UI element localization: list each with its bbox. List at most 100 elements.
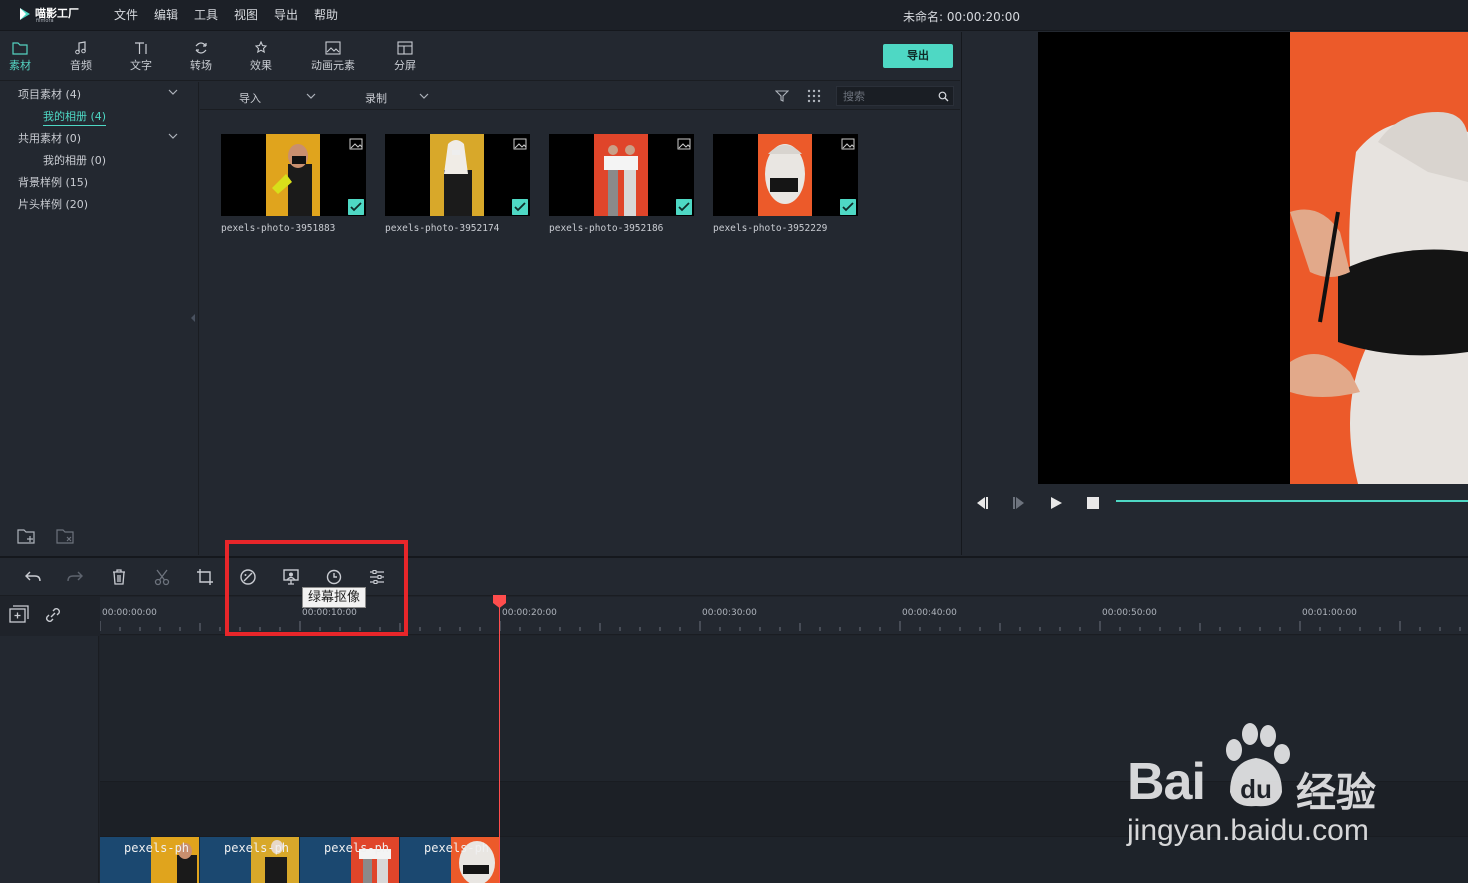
- menu-export[interactable]: 导出: [274, 6, 298, 23]
- tree-item-shared-album[interactable]: 我的相册 (0): [43, 152, 106, 168]
- grid-view-icon[interactable]: [807, 89, 821, 103]
- media-thumbnail[interactable]: [221, 134, 366, 216]
- menu-tools[interactable]: 工具: [194, 6, 218, 23]
- menu-edit[interactable]: 编辑: [154, 6, 178, 23]
- logo-icon: [20, 8, 30, 20]
- chevron-down-icon[interactable]: [168, 131, 178, 141]
- collapse-panel-icon[interactable]: [190, 313, 196, 323]
- media-card[interactable]: pexels-photo-3952229: [713, 134, 858, 239]
- image-type-icon: [677, 138, 691, 150]
- project-title: 未命名: 00:00:20:00: [903, 10, 1021, 24]
- undo-icon[interactable]: [23, 567, 43, 587]
- media-thumbnail[interactable]: [549, 134, 694, 216]
- chevron-down-icon[interactable]: [168, 87, 178, 97]
- tab-audio[interactable]: 音频: [55, 38, 107, 78]
- media-thumbnail[interactable]: [385, 134, 530, 216]
- clip-label: pexels-ph: [324, 841, 390, 855]
- tree-item-background-samples[interactable]: 背景样例 (15): [18, 174, 88, 190]
- watermark-suffix: 经验: [1296, 771, 1376, 815]
- stop-icon[interactable]: [1086, 496, 1100, 510]
- ruler-tick-label: 00:00:00:00: [102, 608, 157, 618]
- tab-split-screen[interactable]: 分屏: [379, 38, 431, 78]
- tab-transition[interactable]: 转场: [175, 38, 227, 78]
- chevron-down-icon[interactable]: [306, 91, 316, 101]
- filter-icon[interactable]: [775, 89, 789, 103]
- tab-label: 动画元素: [311, 59, 355, 72]
- checkmark-icon: [348, 199, 364, 215]
- clip-label: pexels-ph: [224, 841, 290, 855]
- tab-media[interactable]: 素材: [0, 38, 46, 78]
- timeline-clip[interactable]: pexels-ph: [100, 837, 200, 883]
- crop-icon[interactable]: [195, 567, 215, 587]
- photo-image: [594, 134, 648, 216]
- tab-label: 音频: [70, 59, 92, 72]
- tab-text[interactable]: 文字: [115, 38, 167, 78]
- search-box[interactable]: [836, 86, 954, 106]
- ruler-tick-label: 00:00:50:00: [1102, 608, 1157, 618]
- media-name: pexels-photo-3952186: [549, 223, 664, 234]
- redo-icon[interactable]: [65, 567, 85, 587]
- preview-progress-bar[interactable]: [1116, 500, 1468, 502]
- tab-label: 素材: [9, 59, 31, 72]
- menu-help[interactable]: 帮助: [314, 6, 338, 23]
- previous-frame-icon[interactable]: [973, 496, 989, 510]
- photo-image: [266, 134, 320, 216]
- export-button[interactable]: 导出: [883, 44, 953, 68]
- elements-icon: [325, 41, 341, 55]
- split-screen-icon: [397, 41, 413, 55]
- add-track-icon[interactable]: [8, 605, 30, 625]
- menu-file[interactable]: 文件: [114, 6, 138, 23]
- link-icon[interactable]: [43, 605, 63, 625]
- record-button[interactable]: 录制: [365, 90, 387, 106]
- preview-viewer[interactable]: [1038, 32, 1468, 484]
- play-icon[interactable]: [1049, 496, 1063, 510]
- music-note-icon: [75, 41, 86, 55]
- tree-item-my-album[interactable]: 我的相册 (4): [43, 108, 107, 126]
- media-card[interactable]: pexels-photo-3952186: [549, 134, 694, 239]
- media-name: pexels-photo-3952174: [385, 223, 500, 234]
- playhead-handle-icon[interactable]: [492, 594, 507, 609]
- image-type-icon: [349, 138, 363, 150]
- delete-folder-icon[interactable]: [56, 527, 76, 545]
- import-button[interactable]: 导入: [239, 90, 261, 106]
- next-frame-icon[interactable]: [1011, 496, 1027, 510]
- timeline-toolbar: [0, 558, 1468, 596]
- image-type-icon: [841, 138, 855, 150]
- tab-label: 分屏: [394, 59, 416, 72]
- tab-elements[interactable]: 动画元素: [301, 38, 365, 78]
- tree-item-project-media[interactable]: 项目素材 (4): [18, 86, 81, 102]
- tree-item-intro-samples[interactable]: 片头样例 (20): [18, 196, 88, 212]
- preview-frame-image: [1038, 32, 1468, 484]
- ruler-tick-label: 00:00:40:00: [902, 608, 957, 618]
- tree-item-shared-media[interactable]: 共用素材 (0): [18, 130, 81, 146]
- menu-view[interactable]: 视图: [234, 6, 258, 23]
- photo-image: [758, 134, 812, 216]
- watermark-brand: Bai: [1127, 753, 1206, 811]
- timeline-clip[interactable]: pexels-ph: [300, 837, 400, 883]
- media-card[interactable]: pexels-photo-3952174: [385, 134, 530, 239]
- image-type-icon: [513, 138, 527, 150]
- app-logo: 喵影工厂 filmora: [18, 3, 88, 27]
- ruler-tick-label: 00:00:20:00: [502, 608, 557, 618]
- ruler-tick-label: 00:00:30:00: [702, 608, 757, 618]
- timeline-clip[interactable]: pexels-ph: [400, 837, 500, 883]
- tab-effects[interactable]: 效果: [235, 38, 287, 78]
- cut-icon[interactable]: [152, 567, 172, 587]
- search-input[interactable]: [843, 89, 933, 104]
- search-icon[interactable]: [938, 91, 949, 102]
- media-card[interactable]: pexels-photo-3951883: [221, 134, 366, 239]
- media-thumbnail[interactable]: [713, 134, 858, 216]
- timeline-clip[interactable]: pexels-ph: [200, 837, 300, 883]
- menu-bar: [0, 0, 1468, 31]
- ruler-tick-label: 00:01:00:00: [1302, 608, 1357, 618]
- delete-icon[interactable]: [109, 567, 129, 587]
- paw-logo-icon: du: [1226, 723, 1290, 807]
- playhead-line[interactable]: [499, 604, 500, 883]
- new-folder-icon[interactable]: [17, 527, 37, 545]
- tab-label: 效果: [250, 59, 272, 72]
- svg-text:du: du: [1240, 774, 1272, 804]
- chevron-down-icon[interactable]: [419, 91, 429, 101]
- watermark-url: jingyan.baidu.com: [1127, 814, 1369, 847]
- tab-label: 文字: [130, 59, 152, 72]
- green-screen-tooltip: 绿幕抠像: [302, 587, 367, 608]
